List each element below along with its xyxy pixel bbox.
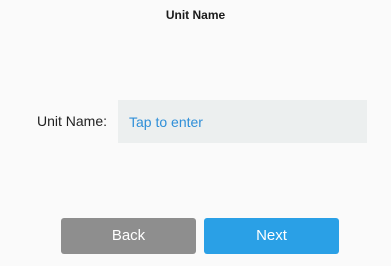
unit-name-label: Unit Name: xyxy=(37,113,108,129)
unit-name-screen: Unit Name Unit Name: Back Next xyxy=(0,0,391,266)
unit-name-input[interactable] xyxy=(118,100,367,143)
back-button[interactable]: Back xyxy=(61,218,196,254)
page-title: Unit Name xyxy=(165,8,226,22)
next-button[interactable]: Next xyxy=(204,218,339,254)
